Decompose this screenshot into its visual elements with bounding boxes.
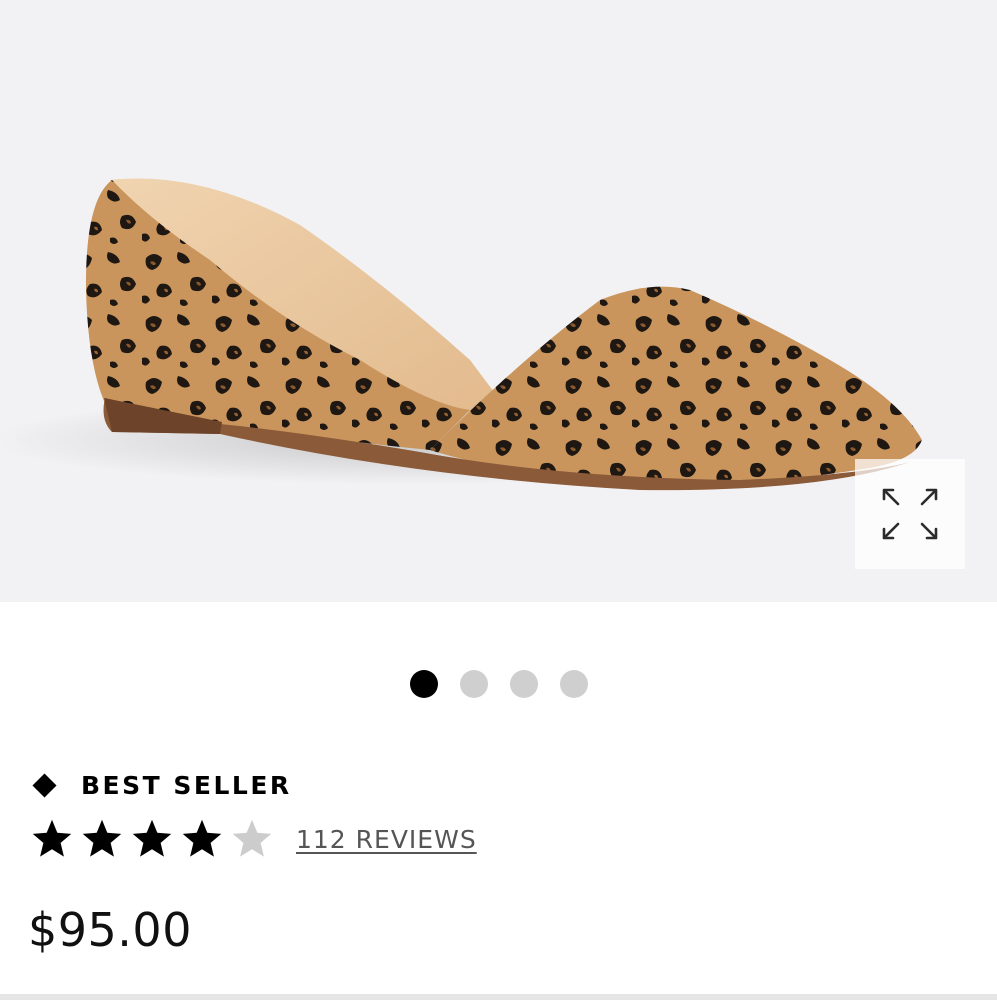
- badge-label: BEST SELLER: [81, 770, 292, 800]
- star-filled-icon: [182, 819, 222, 857]
- product-shoe-image: [0, 178, 922, 491]
- product-image-gallery[interactable]: [0, 0, 997, 602]
- carousel-pagination: [0, 670, 997, 698]
- star-rating: [30, 817, 274, 861]
- star-filled-icon: [82, 819, 122, 857]
- reviews-link[interactable]: 112 REVIEWS: [296, 825, 477, 854]
- diamond-icon: [32, 772, 57, 798]
- carousel-dot-3[interactable]: [509, 670, 538, 698]
- carousel-dot-1[interactable]: [409, 670, 438, 698]
- star-empty-icon: [232, 819, 272, 857]
- best-seller-badge: BEST SELLER: [32, 767, 292, 803]
- bottom-divider: [0, 994, 997, 1000]
- product-price: $95.00: [28, 903, 192, 957]
- carousel-dot-4[interactable]: [559, 670, 588, 698]
- carousel-dot-2[interactable]: [459, 670, 488, 698]
- star-filled-icon: [32, 819, 72, 857]
- expand-arrows-icon: [882, 488, 938, 540]
- star-filled-icon: [132, 819, 172, 857]
- expand-image-button[interactable]: [855, 459, 965, 569]
- rating-summary: 112 REVIEWS: [30, 814, 477, 864]
